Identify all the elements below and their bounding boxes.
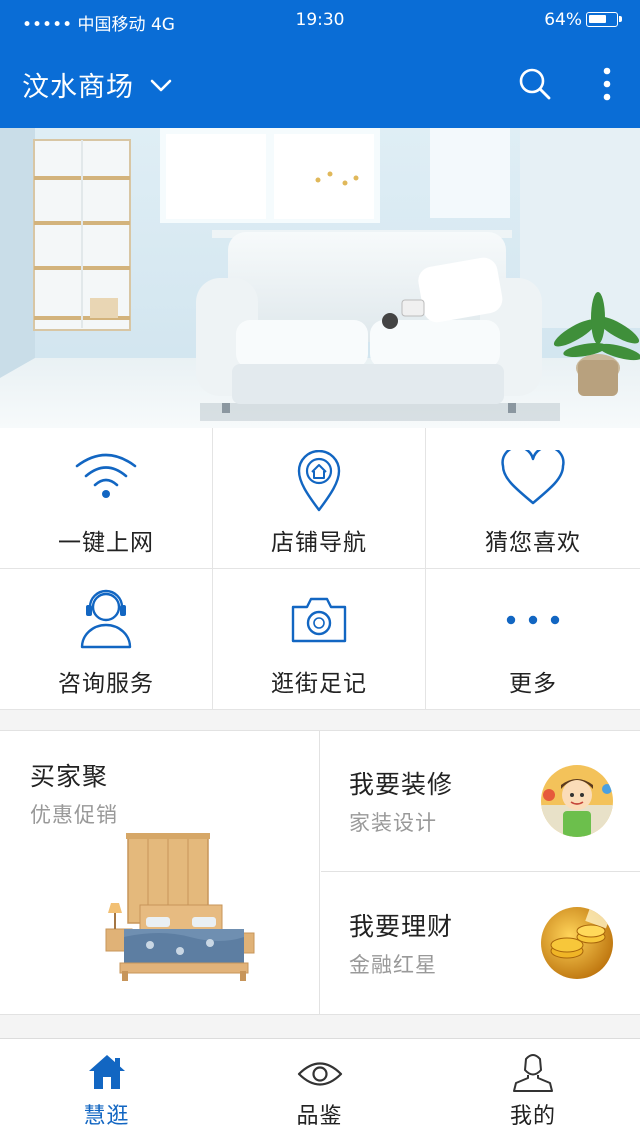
- eye-icon: [213, 1059, 426, 1089]
- bottom-tab-bar: 慧逛 品鉴 我的: [0, 1038, 640, 1136]
- tab-label: 慧逛: [83, 1104, 130, 1129]
- tab-label: 我的: [509, 1104, 556, 1129]
- more-vertical-icon[interactable]: [592, 66, 622, 102]
- menu-item-label: 猜您喜欢: [485, 530, 581, 556]
- app-header: 汶水商场: [0, 40, 640, 128]
- living-room-image: [0, 128, 640, 428]
- chevron-down-icon[interactable]: [150, 78, 172, 97]
- menu-item-label: 一键上网: [58, 530, 154, 556]
- bed-furniture-image: [105, 833, 255, 981]
- home-icon: [0, 1053, 213, 1091]
- heart-icon: [426, 450, 640, 512]
- menu-item-label: 更多: [509, 671, 557, 697]
- promo-subtitle: 优惠促销: [30, 803, 118, 827]
- battery-percentage: 64%: [544, 10, 582, 30]
- mall-title[interactable]: 汶水商场: [22, 65, 134, 104]
- promo-subtitle: 金融红星: [349, 953, 437, 977]
- promo-title: 买家聚: [30, 762, 109, 791]
- promo-card-buyers[interactable]: 买家聚 优惠促销: [0, 731, 320, 1014]
- menu-item-recommendations[interactable]: 猜您喜欢: [426, 428, 640, 569]
- promo-card-finance[interactable]: 我要理财 金融红星: [321, 873, 640, 1014]
- menu-item-shopping-log[interactable]: 逛街足记: [213, 569, 426, 710]
- menu-item-more[interactable]: 更多: [426, 569, 640, 710]
- menu-item-label: 店铺导航: [271, 530, 367, 556]
- cartoon-kid-image: [541, 765, 613, 837]
- menu-item-label: 咨询服务: [58, 671, 154, 697]
- tab-appreciate[interactable]: 品鉴: [213, 1039, 426, 1136]
- search-icon[interactable]: [518, 67, 552, 101]
- menu-item-consulting[interactable]: 咨询服务: [0, 569, 213, 710]
- menu-item-wifi[interactable]: 一键上网: [0, 428, 213, 569]
- tab-label: 品鉴: [296, 1104, 343, 1129]
- gold-coins-image: [541, 907, 613, 979]
- menu-item-store-navigation[interactable]: 店铺导航: [213, 428, 426, 569]
- location-home-icon: [213, 450, 425, 512]
- wifi-icon: [0, 450, 212, 512]
- menu-item-label: 逛街足记: [271, 671, 367, 697]
- status-bar: ••••• 中国移动 4G 19:30 64%: [0, 0, 640, 40]
- hero-banner[interactable]: [0, 128, 640, 428]
- battery-icon: [586, 12, 622, 27]
- quick-menu: 一键上网 店铺导航 猜您喜欢 咨询服务 逛街足记 更多: [0, 428, 640, 710]
- promo-section: 买家聚 优惠促销 我要装修 家装设计 我要理财 金融红星: [0, 730, 640, 1015]
- user-icon: [426, 1053, 640, 1093]
- promo-title: 我要理财: [349, 912, 454, 941]
- tab-profile[interactable]: 我的: [426, 1039, 640, 1136]
- tab-home[interactable]: 慧逛: [0, 1039, 213, 1136]
- headset-user-icon: [0, 587, 212, 649]
- promo-subtitle: 家装设计: [349, 811, 437, 835]
- camera-icon: [213, 595, 425, 657]
- promo-card-renovation[interactable]: 我要装修 家装设计: [321, 731, 640, 872]
- promo-title: 我要装修: [349, 770, 454, 799]
